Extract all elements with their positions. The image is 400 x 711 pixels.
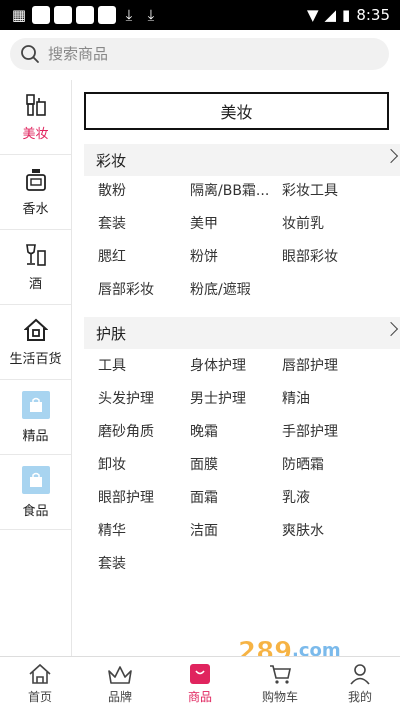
- nav-label: 商品: [187, 690, 212, 704]
- subcategory-item[interactable]: 套装: [98, 208, 190, 241]
- nav-products[interactable]: 商品: [160, 657, 240, 711]
- subcategory-item[interactable]: 美甲: [190, 208, 282, 241]
- subcategory-item[interactable]: 身体护理: [190, 350, 282, 383]
- subcategory-item[interactable]: 隔离/BB霜...: [190, 175, 282, 208]
- notification-box-icon: [98, 6, 116, 24]
- category-header-skincare[interactable]: 护肤: [84, 317, 400, 349]
- subcategory-item[interactable]: 面膜: [190, 449, 282, 482]
- nav-label: 我的: [347, 690, 372, 704]
- subcategory-item[interactable]: 男士护理: [190, 383, 282, 416]
- sidebar-item-label: 酒: [28, 276, 42, 292]
- subcategory-item[interactable]: 手部护理: [282, 416, 394, 449]
- subcategory-item[interactable]: 唇部护理: [282, 350, 394, 383]
- notification-box-icon: [54, 6, 72, 24]
- notification-box-icon: [76, 6, 94, 24]
- sidebar-item-household[interactable]: 生活百货: [0, 305, 71, 380]
- chevron-right-icon: [383, 321, 399, 337]
- subcategory-item[interactable]: 眼部护理: [98, 482, 190, 515]
- sidebar-item-makeup[interactable]: 美妆: [0, 80, 71, 155]
- subcategory-item[interactable]: 工具: [98, 350, 190, 383]
- subcategory-item[interactable]: 爽肤水: [282, 515, 394, 548]
- subcategory-item[interactable]: 彩妆工具: [282, 175, 394, 208]
- search-bar[interactable]: [10, 38, 389, 70]
- bottom-navigation: 首页 品牌 商品 购物车 我的: [0, 656, 400, 711]
- category-sidebar: 美妆 香水 酒 生活百货 精品 食品: [0, 80, 72, 656]
- wifi-icon: ▼: [306, 6, 319, 24]
- category-content: 美妆 彩妆 散粉 隔离/BB霜... 彩妆工具 套装 美甲 妆前乳 腮红 粉饼 …: [72, 80, 400, 656]
- subcategory-item[interactable]: 腮红: [98, 241, 190, 274]
- subcategory-item[interactable]: 粉饼: [190, 241, 282, 274]
- section-title-button[interactable]: 美妆: [84, 92, 389, 130]
- search-input[interactable]: [48, 45, 368, 63]
- chevron-right-icon: [383, 148, 399, 164]
- sidebar-item-boutique[interactable]: 精品: [0, 380, 71, 455]
- crown-icon: [108, 666, 132, 684]
- home-icon: [29, 663, 51, 684]
- subcategory-item[interactable]: 乳液: [282, 482, 394, 515]
- makeup-icon: [25, 93, 46, 116]
- category-title: 彩妆: [96, 151, 127, 170]
- wine-icon: [25, 243, 46, 266]
- cellular-icon: ◢: [324, 6, 337, 24]
- nav-label: 首页: [27, 690, 52, 704]
- subcategory-grid-makeup: 散粉 隔离/BB霜... 彩妆工具 套装 美甲 妆前乳 腮红 粉饼 眼部彩妆 唇…: [98, 175, 394, 307]
- subcategory-item[interactable]: 防晒霜: [282, 449, 394, 482]
- category-title: 护肤: [96, 324, 127, 343]
- notification-icons: ▦ ⤓ ⤓: [10, 6, 160, 24]
- nav-label: 品牌: [107, 690, 132, 704]
- nav-profile[interactable]: 我的: [320, 657, 400, 711]
- subcategory-item[interactable]: 妆前乳: [282, 208, 394, 241]
- home-icon: [23, 318, 48, 341]
- gallery-icon: ▦: [11, 6, 27, 24]
- sidebar-item-label: 生活百货: [9, 351, 62, 367]
- status-bar: ▦ ⤓ ⤓ ▼ ◢ ▮ 8:35: [0, 0, 400, 30]
- battery-icon: ▮: [342, 6, 351, 24]
- bag-icon: [190, 664, 210, 684]
- sidebar-item-wine[interactable]: 酒: [0, 230, 71, 305]
- subcategory-item[interactable]: 散粉: [98, 175, 190, 208]
- nav-brand[interactable]: 品牌: [80, 657, 160, 711]
- cart-icon: [270, 665, 291, 684]
- subcategory-grid-skincare: 工具 身体护理 唇部护理 头发护理 男士护理 精油 磨砂角质 晚霜 手部护理 卸…: [98, 350, 394, 581]
- sidebar-item-food[interactable]: 食品: [0, 455, 71, 530]
- subcategory-item[interactable]: 卸妆: [98, 449, 190, 482]
- subcategory-item[interactable]: 晚霜: [190, 416, 282, 449]
- subcategory-item[interactable]: 粉底/遮瑕: [190, 274, 282, 307]
- subcategory-item[interactable]: 头发护理: [98, 383, 190, 416]
- sidebar-item-label: 食品: [22, 503, 49, 519]
- subcategory-item[interactable]: 面霜: [190, 482, 282, 515]
- notification-box-icon: [32, 6, 50, 24]
- bag-icon: [21, 390, 50, 419]
- sidebar-item-label: 香水: [22, 201, 49, 217]
- nav-home[interactable]: 首页: [0, 657, 80, 711]
- sidebar-item-label: 美妆: [22, 126, 49, 142]
- subcategory-item[interactable]: 洁面: [190, 515, 282, 548]
- subcategory-item[interactable]: 唇部彩妆: [98, 274, 190, 307]
- download-icon: ⤓: [125, 6, 133, 24]
- nav-label: 购物车: [261, 690, 298, 704]
- download-icon: ⤓: [147, 6, 155, 24]
- nav-cart[interactable]: 购物车: [240, 657, 320, 711]
- subcategory-item[interactable]: 精华: [98, 515, 190, 548]
- user-icon: [350, 664, 370, 685]
- subcategory-item[interactable]: 精油: [282, 383, 394, 416]
- perfume-icon: [25, 168, 46, 191]
- subcategory-item[interactable]: 套装: [98, 548, 190, 581]
- bag-icon: [21, 465, 50, 494]
- category-header-makeup[interactable]: 彩妆: [84, 144, 400, 176]
- subcategory-item[interactable]: 眼部彩妆: [282, 241, 394, 274]
- search-icon: [21, 45, 39, 63]
- subcategory-item[interactable]: 磨砂角质: [98, 416, 190, 449]
- sidebar-item-label: 精品: [22, 428, 49, 444]
- clock: 8:35: [356, 6, 390, 24]
- sidebar-item-perfume[interactable]: 香水: [0, 155, 71, 230]
